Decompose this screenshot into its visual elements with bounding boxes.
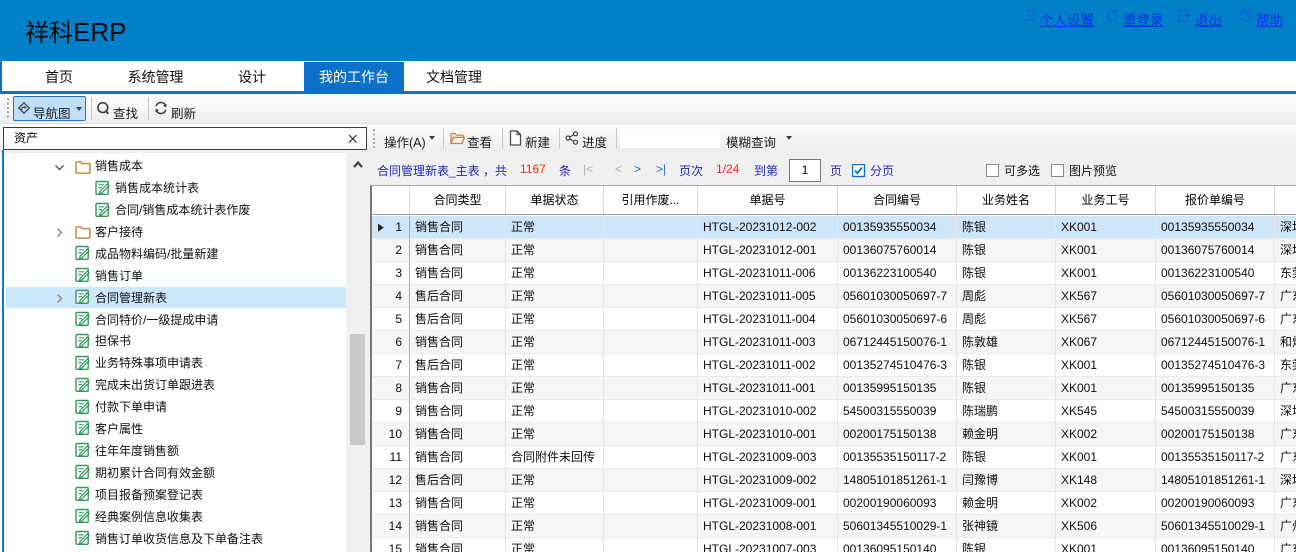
svg-text:?: ?: [1243, 11, 1248, 21]
